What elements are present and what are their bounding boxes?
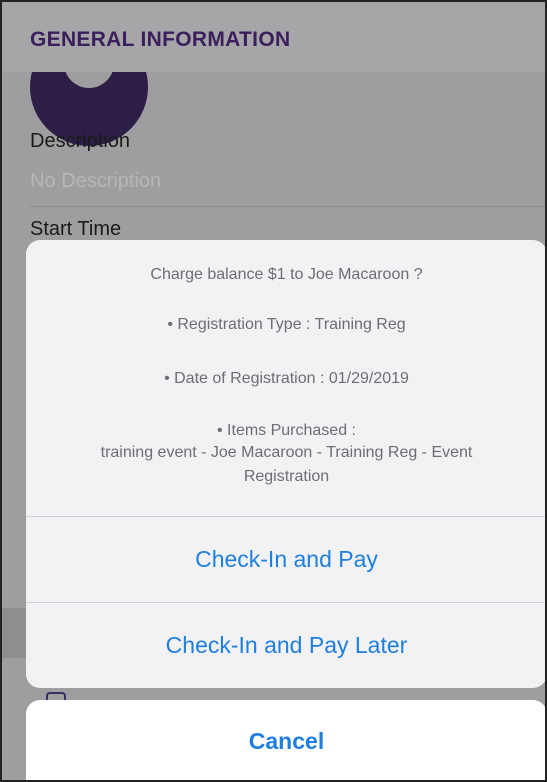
items-purchased-label: • Items Purchased : [217,422,356,439]
charge-message: Charge balance $1 to Joe Macaroon ? [150,266,423,283]
items-purchased-line-1: training event - Joe Macaroon - Training… [100,444,473,461]
registration-date: • Date of Registration : 01/29/2019 [164,370,409,387]
divider [30,206,547,207]
section-title: GENERAL INFORMATION [30,28,291,51]
items-purchased-line-2: Registration [243,468,330,485]
avatar-person-icon [64,72,114,88]
registration-type: • Registration Type : Training Reg [167,316,406,333]
description-label: Description [30,130,131,152]
description-value: No Description [30,170,162,192]
check-in-and-pay-button[interactable]: Check-In and Pay [26,517,547,601]
cancel-card: Cancel [26,700,547,782]
action-sheet-message: Charge balance $1 to Joe Macaroon ? • Re… [26,240,547,516]
start-time-label: Start Time [30,218,122,240]
check-in-and-pay-later-button[interactable]: Check-In and Pay Later [26,603,547,687]
cancel-button[interactable]: Cancel [26,700,547,782]
section-header: GENERAL INFORMATION [0,0,547,72]
action-sheet: Charge balance $1 to Joe Macaroon ? • Re… [26,240,547,688]
